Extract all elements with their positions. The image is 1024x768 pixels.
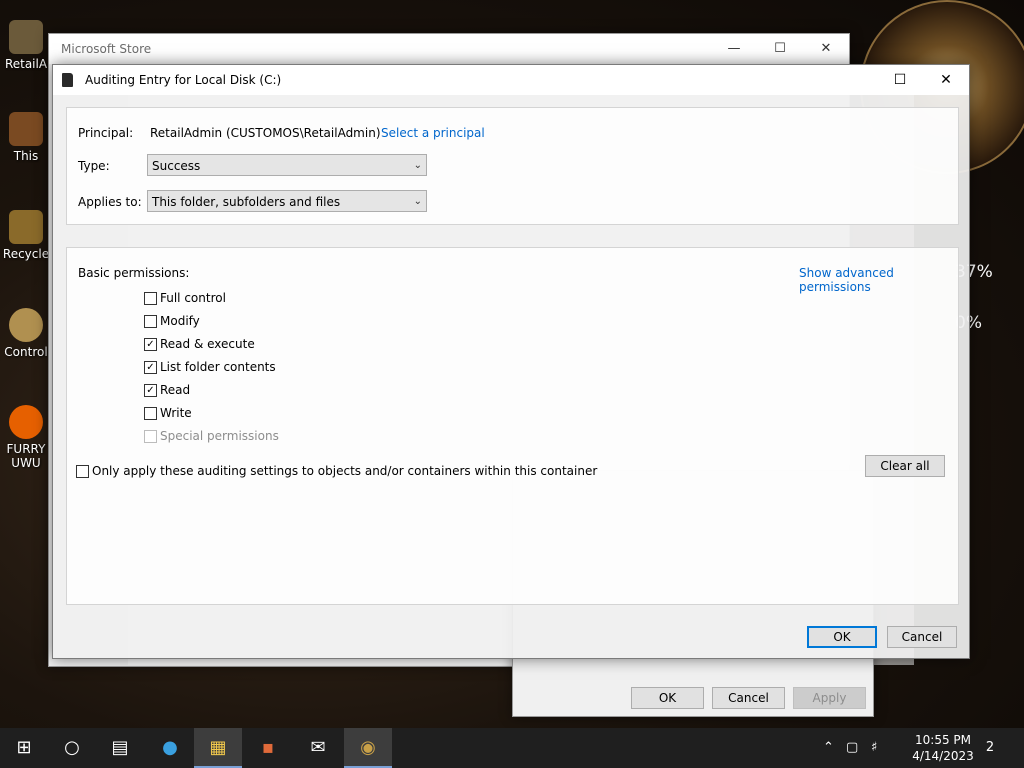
desktop-icon-control-panel[interactable]: Control <box>0 308 52 359</box>
checkbox-only-apply[interactable] <box>76 465 89 478</box>
computer-icon <box>9 112 43 146</box>
task-view-icon[interactable]: ▤ <box>96 728 144 768</box>
minimize-icon[interactable]: — <box>711 34 757 64</box>
clock-time: 10:55 PM <box>915 733 971 747</box>
notification-icon[interactable]: 2 <box>975 728 1005 768</box>
perm-label: Read <box>160 383 191 397</box>
checkbox-read-execute[interactable]: ✓ <box>144 338 157 351</box>
applies-to-dropdown[interactable]: This folder, subfolders and files ⌄ <box>147 190 427 212</box>
recycle-bin-icon <box>9 210 43 244</box>
maximize-icon[interactable]: ☐ <box>757 34 803 64</box>
cancel-button[interactable]: Cancel <box>887 626 957 648</box>
principal-group: Principal: RetailAdmin (CUSTOMOS\RetailA… <box>66 107 959 225</box>
search-icon[interactable]: ○ <box>48 728 96 768</box>
desktop-icon-retailadmin[interactable]: RetailA <box>0 20 52 71</box>
desktop-icon-label: This <box>13 149 39 163</box>
principal-value: RetailAdmin (CUSTOMOS\RetailAdmin) <box>150 126 381 140</box>
taskbar-clock[interactable]: 10:55 PM 4/14/2023 <box>908 732 978 764</box>
show-advanced-permissions-link[interactable]: Show advanced permissions <box>799 266 958 294</box>
firefox-icon <box>9 405 43 439</box>
edge-icon[interactable]: ● <box>146 728 194 768</box>
select-principal-link[interactable]: Select a principal <box>381 126 485 140</box>
applies-to-label: Applies to: <box>78 195 142 209</box>
perm-label: Read & execute <box>160 337 255 351</box>
type-dropdown[interactable]: Success ⌄ <box>147 154 427 176</box>
auditing-entry-dialog: Auditing Entry for Local Disk (C:) ☐ ✕ P… <box>52 64 970 659</box>
dialog-title: Auditing Entry for Local Disk (C:) <box>85 73 282 87</box>
desktop-icon-label: FURRY UWU <box>6 442 46 470</box>
perm-label: Full control <box>160 291 226 305</box>
windows-start-icon[interactable]: ⊞ <box>0 728 48 768</box>
clock-date: 4/14/2023 <box>912 749 974 763</box>
file-explorer-icon[interactable]: ▦ <box>194 728 242 768</box>
desktop-icon-label: Control <box>4 345 48 359</box>
perm-label: Write <box>160 406 192 420</box>
only-apply-label: Only apply these auditing settings to ob… <box>92 464 598 478</box>
perm-label: Special permissions <box>160 429 279 443</box>
adv-ok-button[interactable]: OK <box>631 687 704 709</box>
checkbox-read[interactable]: ✓ <box>144 384 157 397</box>
close-icon[interactable]: ✕ <box>803 34 849 64</box>
clear-all-button[interactable]: Clear all <box>865 455 945 477</box>
taskbar: ⊞ ○ ▤ ● ▦ ▪ ✉ ◉ ⌃ ▢ ♯ 10:55 PM 4/14/2023… <box>0 728 1024 768</box>
checkbox-full-control[interactable] <box>144 292 157 305</box>
lightbulb-icon <box>9 308 43 342</box>
checkbox-list-folder-contents[interactable]: ✓ <box>144 361 157 374</box>
desktop-icon-label: Recycle <box>2 247 50 261</box>
checkbox-special-permissions <box>144 430 157 443</box>
chevron-down-icon: ⌄ <box>413 160 422 171</box>
store-titlebar: Microsoft Store — ☐ ✕ <box>49 34 849 64</box>
applies-to-dropdown-value: This folder, subfolders and files <box>152 195 341 209</box>
notification-count: 2 <box>985 740 995 755</box>
desktop-icon-this-pc[interactable]: This <box>0 112 52 163</box>
file-icon <box>62 73 73 87</box>
checkbox-modify[interactable] <box>144 315 157 328</box>
chevron-up-icon[interactable]: ⌃ <box>823 728 834 768</box>
basic-permissions-label: Basic permissions: <box>78 266 190 280</box>
chevron-down-icon: ⌄ <box>413 196 422 207</box>
type-dropdown-value: Success <box>152 159 201 173</box>
ok-button[interactable]: OK <box>807 626 877 648</box>
checkbox-write[interactable] <box>144 407 157 420</box>
close-icon[interactable]: ✕ <box>923 65 969 95</box>
volume-muted-icon[interactable]: ♯ <box>871 728 877 768</box>
store-icon[interactable]: ▪ <box>244 728 292 768</box>
maximize-icon[interactable]: ☐ <box>877 65 923 95</box>
desktop-icon-furry-uwu[interactable]: FURRY UWU <box>0 405 52 470</box>
desktop-icon-label: RetailA <box>4 57 48 71</box>
mail-icon[interactable]: ✉ <box>294 728 342 768</box>
perm-label: Modify <box>160 314 200 328</box>
perm-label: List folder contents <box>160 360 276 374</box>
network-icon[interactable]: ▢ <box>846 728 858 768</box>
type-label: Type: <box>78 159 110 173</box>
permissions-group: Basic permissions: Show advanced permiss… <box>66 247 959 605</box>
principal-label: Principal: <box>78 126 134 140</box>
adv-cancel-button[interactable]: Cancel <box>712 687 785 709</box>
desktop-icon-recycle-bin[interactable]: Recycle <box>0 210 52 261</box>
app-icon[interactable]: ◉ <box>344 728 392 768</box>
store-title: Microsoft Store <box>61 42 152 56</box>
user-folder-icon <box>9 20 43 54</box>
adv-apply-button[interactable]: Apply <box>793 687 866 709</box>
dialog-titlebar: Auditing Entry for Local Disk (C:) ☐ ✕ <box>53 65 969 95</box>
